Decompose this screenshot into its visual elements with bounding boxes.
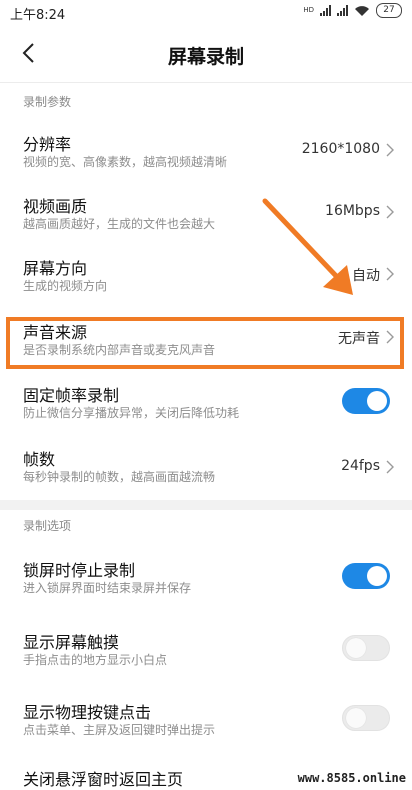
setting-value: 24fps: [341, 458, 380, 474]
setting-desc: 越高画质越好，生成的文件也会越大: [23, 217, 216, 231]
chevron-right-icon: [386, 267, 394, 281]
setting-desc: 防止微信分享播放异常，关闭后降低功耗: [23, 406, 240, 420]
page-title: 屏幕录制: [167, 46, 244, 68]
setting-show-key-presses[interactable]: 显示物理按键点击 点击菜单、主屏及返回键时弹出提示: [0, 690, 412, 750]
setting-desc: 每秒钟录制的帧数，越高画面越流畅: [23, 470, 216, 484]
status-time: 上午8:24: [10, 8, 66, 23]
chevron-right-icon: [386, 143, 394, 157]
show-key-presses-toggle[interactable]: [342, 705, 390, 731]
toggle-knob: [367, 566, 387, 586]
setting-stop-on-lock[interactable]: 锁屏时停止录制 进入锁屏界面时结束录屏并保存: [0, 548, 412, 608]
setting-title: 屏幕方向: [23, 259, 88, 278]
section-label-recording-options: 录制选项: [23, 519, 72, 533]
battery-icon: 27: [376, 3, 402, 18]
setting-resolution[interactable]: 分辨率 视频的宽、高像素数，越高视频越清晰 2160*1080: [0, 122, 412, 182]
setting-desc: 手指点击的地方显示小白点: [23, 653, 168, 667]
arrow-annotation-icon: [262, 198, 353, 295]
fixed-framerate-toggle[interactable]: [342, 388, 390, 414]
section-label-recording-params: 录制参数: [23, 95, 72, 109]
status-bar: 上午8:24 HD 27: [0, 0, 412, 24]
setting-frame-rate[interactable]: 帧数 每秒钟录制的帧数，越高画面越流畅 24fps: [0, 437, 412, 497]
watermark: www.8585.online: [295, 771, 408, 785]
setting-desc: 点击菜单、主屏及返回键时弹出提示: [23, 723, 216, 737]
setting-desc: 生成的视频方向: [23, 279, 108, 293]
signal-icon: [320, 5, 331, 16]
setting-title: 帧数: [23, 450, 56, 469]
header: 屏幕录制: [0, 24, 412, 82]
setting-title: 固定帧率录制: [23, 386, 120, 405]
setting-title: 显示物理按键点击: [23, 703, 152, 722]
signal-icon-2: [337, 5, 348, 16]
toggle-knob: [367, 391, 387, 411]
stop-on-lock-toggle[interactable]: [342, 563, 390, 589]
show-touches-toggle[interactable]: [342, 635, 390, 661]
header-divider: [0, 82, 412, 83]
setting-title: 分辨率: [23, 135, 72, 154]
status-icons: HD 27: [303, 3, 402, 18]
setting-value: 2160*1080: [301, 141, 380, 157]
toggle-knob: [346, 708, 366, 728]
setting-fixed-framerate[interactable]: 固定帧率录制 防止微信分享播放异常，关闭后降低功耗: [0, 373, 412, 433]
chevron-right-icon: [386, 460, 394, 474]
section-gap: [0, 500, 412, 510]
setting-title: 显示屏幕触摸: [23, 633, 120, 652]
highlight-annotation-box: [6, 317, 404, 369]
setting-show-touches[interactable]: 显示屏幕触摸 手指点击的地方显示小白点: [0, 620, 412, 680]
toggle-knob: [346, 638, 366, 658]
setting-desc: 视频的宽、高像素数，越高视频越清晰: [23, 155, 228, 169]
setting-desc: 进入锁屏界面时结束录屏并保存: [23, 581, 192, 595]
wifi-icon: [355, 5, 369, 16]
setting-title: 关闭悬浮窗时返回主页: [23, 770, 184, 789]
setting-title: 锁屏时停止录制: [23, 561, 136, 580]
chevron-right-icon: [386, 205, 394, 219]
setting-title: 视频画质: [23, 197, 88, 216]
hd-label: HD: [303, 6, 314, 14]
